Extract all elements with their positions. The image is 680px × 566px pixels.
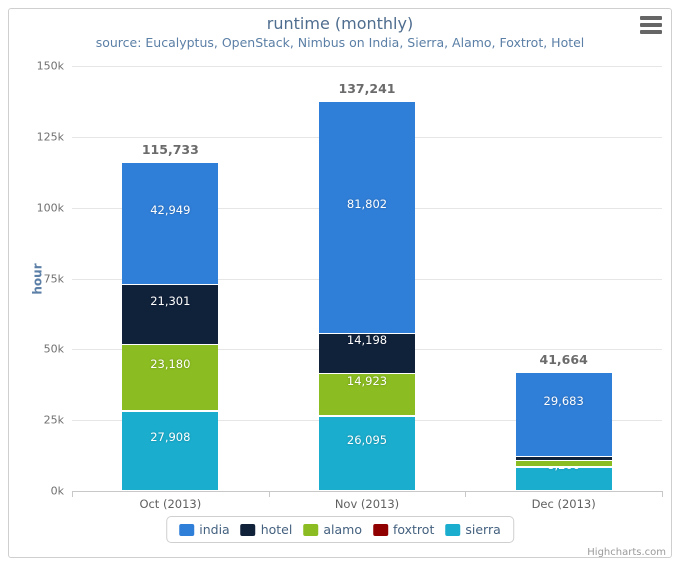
legend-item-alamo[interactable]: alamo — [303, 522, 362, 537]
hamburger-bar — [640, 23, 662, 27]
x-axis-tick-mark — [268, 491, 270, 497]
legend-swatch-sierra — [445, 523, 461, 536]
bar-segment-sierra[interactable] — [319, 417, 415, 491]
hamburger-bar — [640, 30, 662, 34]
legend-item-sierra[interactable]: sierra — [445, 522, 501, 537]
x-axis-tick-label: Oct (2013) — [139, 497, 202, 511]
y-axis-tick-label: 25k — [43, 413, 64, 427]
legend-item-foxtrot[interactable]: foxtrot — [372, 522, 435, 537]
x-axis-tick-mark — [465, 491, 467, 497]
legend-swatch-foxtrot — [372, 523, 388, 536]
y-axis-tick-label: 125k — [36, 130, 64, 144]
highcharts-chart[interactable]: runtime (monthly) source: Eucalyptus, Op… — [0, 0, 680, 566]
x-axis-tick-mark — [662, 491, 663, 497]
bar-segment-foxtrot[interactable] — [122, 410, 219, 412]
stack-total-label: 137,241 — [338, 81, 396, 97]
legend-item-india[interactable]: india — [179, 522, 230, 537]
chart-title: runtime (monthly) — [266, 14, 414, 33]
x-axis-line — [72, 491, 662, 492]
chart-legend[interactable]: india hotel alamo foxtrot sierra — [166, 516, 514, 543]
bar-segment-sierra[interactable] — [515, 467, 612, 491]
bar-segment-alamo[interactable] — [122, 345, 219, 411]
x-axis-tick-mark — [72, 491, 73, 497]
legend-swatch-india — [179, 523, 195, 536]
y-axis-tick-label: 150k — [36, 59, 64, 73]
bar-segment-hotel[interactable] — [122, 284, 219, 346]
bar-segment-hotel[interactable] — [515, 457, 612, 462]
y-axis-tick-label: 75k — [43, 272, 64, 285]
bar-segment-india[interactable] — [122, 163, 219, 285]
gridline — [72, 66, 662, 67]
legend-label: hotel — [260, 522, 293, 537]
y-axis-tick-label: 0k — [50, 484, 64, 498]
hamburger-menu-icon[interactable] — [640, 16, 662, 34]
legend-label: india — [199, 522, 230, 537]
bar-segment-hotel[interactable] — [319, 333, 415, 375]
legend-label: alamo — [323, 522, 362, 537]
plot-area: 0k25k50k75k100k125k150k 27,90839523,1802… — [37, 60, 662, 498]
x-axis-tick-label: Dec (2013) — [531, 497, 596, 511]
y-axis-tick-label: 100k — [36, 201, 64, 215]
legend-swatch-alamo — [303, 523, 319, 536]
chart-subtitle: source: Eucalyptus, OpenStack, Nimbus on… — [95, 35, 585, 50]
stack-total-label: 41,664 — [539, 351, 588, 367]
credits-link[interactable]: Highcharts.com — [587, 547, 666, 558]
stack-total-label: 115,733 — [141, 142, 199, 158]
hamburger-bar — [640, 16, 662, 20]
bar-segment-india[interactable] — [515, 372, 612, 458]
legend-label: foxtrot — [392, 522, 435, 537]
x-axis-tick-label: Nov (2013) — [334, 497, 400, 511]
bar-segment-india[interactable] — [319, 102, 415, 334]
bar-segment-sierra[interactable] — [122, 411, 219, 491]
legend-label: sierra — [465, 522, 501, 537]
legend-swatch-hotel — [240, 523, 256, 536]
bar-segment-alamo[interactable] — [319, 374, 415, 417]
y-axis-tick-label: 50k — [43, 342, 64, 356]
bar-segment-alamo[interactable] — [515, 461, 612, 468]
legend-item-hotel[interactable]: hotel — [240, 522, 293, 537]
